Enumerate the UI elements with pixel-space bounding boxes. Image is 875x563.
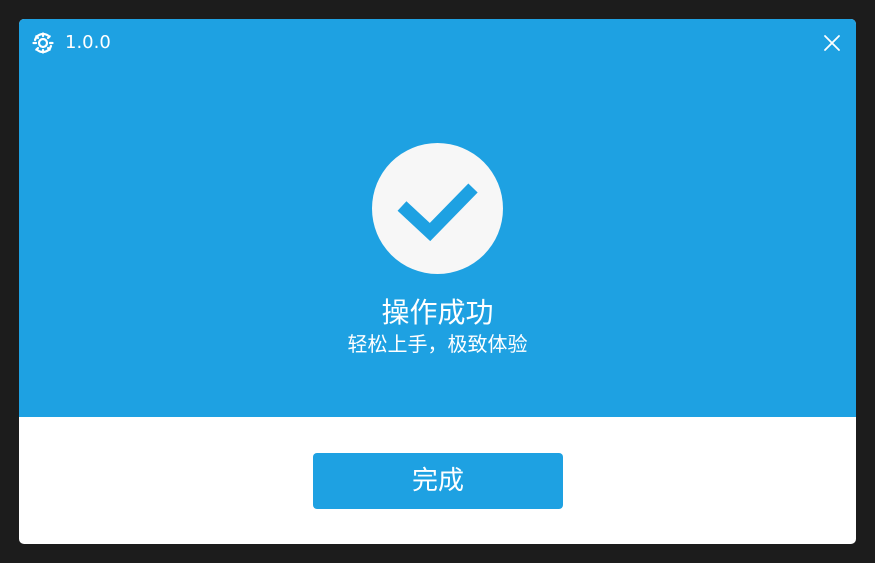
installer-window: 1.0.0 操作成功 轻松上手，极致体验 完成 [19,19,856,544]
success-panel: 1.0.0 操作成功 轻松上手，极致体验 [19,19,856,417]
close-icon[interactable] [820,31,844,55]
done-button[interactable]: 完成 [313,453,563,509]
title-bar: 1.0.0 [19,19,856,67]
status-subtitle: 轻松上手，极致体验 [347,332,528,356]
gear-sync-icon [31,31,55,55]
status-title: 操作成功 [381,296,494,329]
app-version: 1.0.0 [65,32,111,53]
success-badge [372,143,503,274]
checkmark-icon [397,183,478,242]
